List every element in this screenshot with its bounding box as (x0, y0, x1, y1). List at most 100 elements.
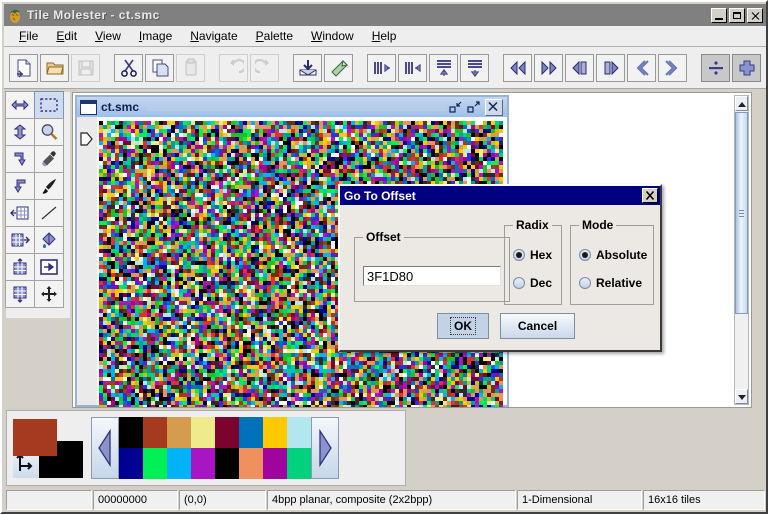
radix-dec-radio[interactable]: Dec (513, 276, 552, 290)
undo-button[interactable] (219, 54, 248, 82)
row-marker-icon (80, 131, 94, 147)
tool-brush[interactable] (34, 172, 64, 200)
mdi-titlebar[interactable]: ct.smc (77, 97, 507, 117)
row-forward-button[interactable] (596, 54, 625, 82)
minimize-button[interactable] (711, 8, 727, 23)
page-back-button[interactable] (503, 54, 532, 82)
offset-group-label: Offset (363, 230, 404, 244)
mode-absolute-radio[interactable]: Absolute (579, 248, 647, 262)
palette-color-0[interactable] (119, 417, 143, 448)
tool-replace[interactable] (34, 253, 64, 281)
palette-color-12[interactable] (215, 448, 239, 479)
menu-edit[interactable]: Edit (47, 27, 86, 45)
menu-navigate[interactable]: Navigate (181, 27, 246, 45)
palette-color-2[interactable] (167, 417, 191, 448)
palette-color-9[interactable] (143, 448, 167, 479)
copy-button[interactable] (145, 54, 174, 82)
new-file-button[interactable] (9, 54, 38, 82)
import-button[interactable] (293, 54, 322, 82)
row-ruler (77, 117, 97, 405)
palette-color-7[interactable] (287, 417, 311, 448)
tool-rotate-left[interactable] (5, 172, 35, 200)
tool-flip-horizontal[interactable] (5, 91, 35, 119)
mode-group-label: Mode (579, 218, 616, 232)
tool-shift-grid-down[interactable] (5, 280, 35, 308)
tool-selection[interactable] (34, 91, 64, 119)
status-codec: 4bpp planar, composite (2x2bpp) (267, 490, 516, 510)
restore-button[interactable] (449, 100, 463, 114)
status-blank (6, 490, 92, 510)
close-button[interactable] (485, 99, 503, 116)
palette-color-15[interactable] (287, 448, 311, 479)
palette-color-8[interactable] (119, 448, 143, 479)
next-palette-arrow[interactable] (311, 417, 339, 479)
maximize-button[interactable] (467, 100, 481, 114)
palette-color-1[interactable] (143, 417, 167, 448)
tool-zoom[interactable] (34, 118, 64, 146)
tool-shift-grid-up[interactable] (5, 253, 35, 281)
palette-color-3[interactable] (191, 417, 215, 448)
dialog-close-button[interactable] (642, 188, 658, 203)
dialog-title: Go To Offset (344, 189, 642, 203)
palette-color-4[interactable] (215, 417, 239, 448)
palette-color-10[interactable] (167, 448, 191, 479)
maximize-button[interactable] (729, 8, 745, 23)
tool-line[interactable] (34, 199, 64, 227)
foreground-color-swatch[interactable] (13, 419, 57, 456)
byte-forward-button[interactable] (658, 54, 687, 82)
menu-palette[interactable]: Palette (247, 27, 302, 45)
save-file-button[interactable] (71, 54, 100, 82)
tool-fill[interactable] (34, 226, 64, 254)
tool-palette-left-column (6, 92, 35, 318)
palette-color-14[interactable] (263, 448, 287, 479)
export-button[interactable] (324, 54, 353, 82)
byte-back-button[interactable] (627, 54, 656, 82)
ok-button[interactable]: OK (437, 313, 489, 339)
radix-hex-radio[interactable]: Hex (513, 248, 552, 262)
menu-window[interactable]: Window (302, 27, 363, 45)
scroll-down-arrow[interactable] (735, 389, 748, 404)
menu-file[interactable]: File (10, 27, 47, 45)
shift-right-button[interactable] (398, 54, 427, 82)
close-button[interactable] (747, 8, 763, 23)
open-file-button[interactable] (40, 54, 69, 82)
tool-move[interactable] (34, 280, 64, 308)
tool-rotate-right[interactable] (5, 145, 35, 173)
mode-relative-radio[interactable]: Relative (579, 276, 642, 290)
cancel-button[interactable]: Cancel (500, 313, 575, 339)
menu-help[interactable]: Help (363, 27, 406, 45)
shift-up-button[interactable] (429, 54, 458, 82)
tool-eyedropper[interactable] (34, 145, 64, 173)
shift-left-button[interactable] (367, 54, 396, 82)
status-offset: 00000000 (93, 490, 178, 510)
menu-view[interactable]: View (86, 27, 130, 45)
palette-color-5[interactable] (239, 417, 263, 448)
scroll-thumb[interactable] (735, 112, 748, 314)
menu-image[interactable]: Image (130, 27, 181, 45)
palette-grid[interactable] (119, 417, 311, 479)
redo-button[interactable] (250, 54, 279, 82)
radio-dot-icon (579, 249, 591, 261)
offset-groupbox: Offset (354, 237, 510, 302)
offset-input[interactable] (363, 266, 501, 286)
statusbar: 00000000 (0,0) 4bpp planar, composite (2… (6, 490, 766, 510)
paste-button[interactable] (176, 54, 205, 82)
menubar: File Edit View Image Navigate Palette Wi… (4, 26, 766, 47)
vertical-scrollbar[interactable] (734, 95, 749, 405)
page-forward-button[interactable] (534, 54, 563, 82)
palette-color-13[interactable] (239, 448, 263, 479)
palette-color-6[interactable] (263, 417, 287, 448)
shift-down-button[interactable] (460, 54, 489, 82)
toolbar-navigate-group (502, 54, 688, 82)
increase-width-button[interactable] (732, 54, 761, 82)
palette-color-11[interactable] (191, 448, 215, 479)
scroll-up-arrow[interactable] (735, 96, 748, 111)
row-back-button[interactable] (565, 54, 594, 82)
previous-palette-arrow[interactable] (91, 417, 119, 479)
tool-shift-grid-left[interactable] (5, 199, 35, 227)
tool-flip-vertical[interactable] (5, 118, 35, 146)
decrease-width-button[interactable] (701, 54, 730, 82)
toolbar (4, 47, 766, 89)
cut-button[interactable] (114, 54, 143, 82)
tool-shift-grid-right[interactable] (5, 226, 35, 254)
